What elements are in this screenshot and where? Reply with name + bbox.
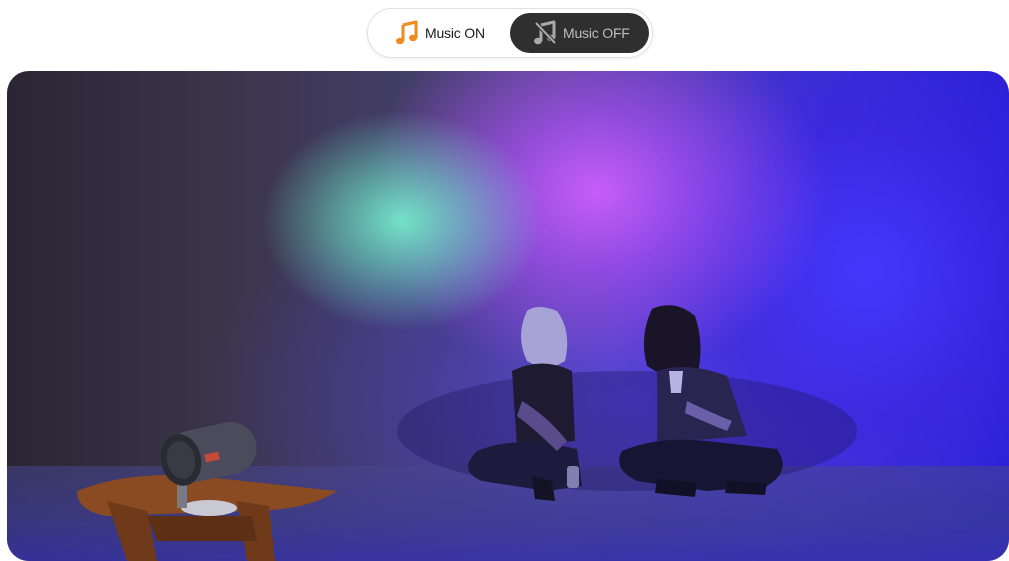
wooden-stool <box>77 475 337 561</box>
music-on-button[interactable]: Music ON <box>372 13 508 53</box>
hero-image <box>7 71 1009 561</box>
music-off-icon <box>532 20 558 46</box>
music-toggle: Music ON Music OFF <box>367 8 653 58</box>
music-on-label: Music ON <box>425 25 485 41</box>
music-off-button[interactable]: Music OFF <box>510 13 649 53</box>
scene-illustration <box>77 305 857 561</box>
page: Music ON Music OFF <box>0 0 1009 561</box>
music-note-icon <box>394 20 420 46</box>
music-off-label: Music OFF <box>563 25 630 41</box>
